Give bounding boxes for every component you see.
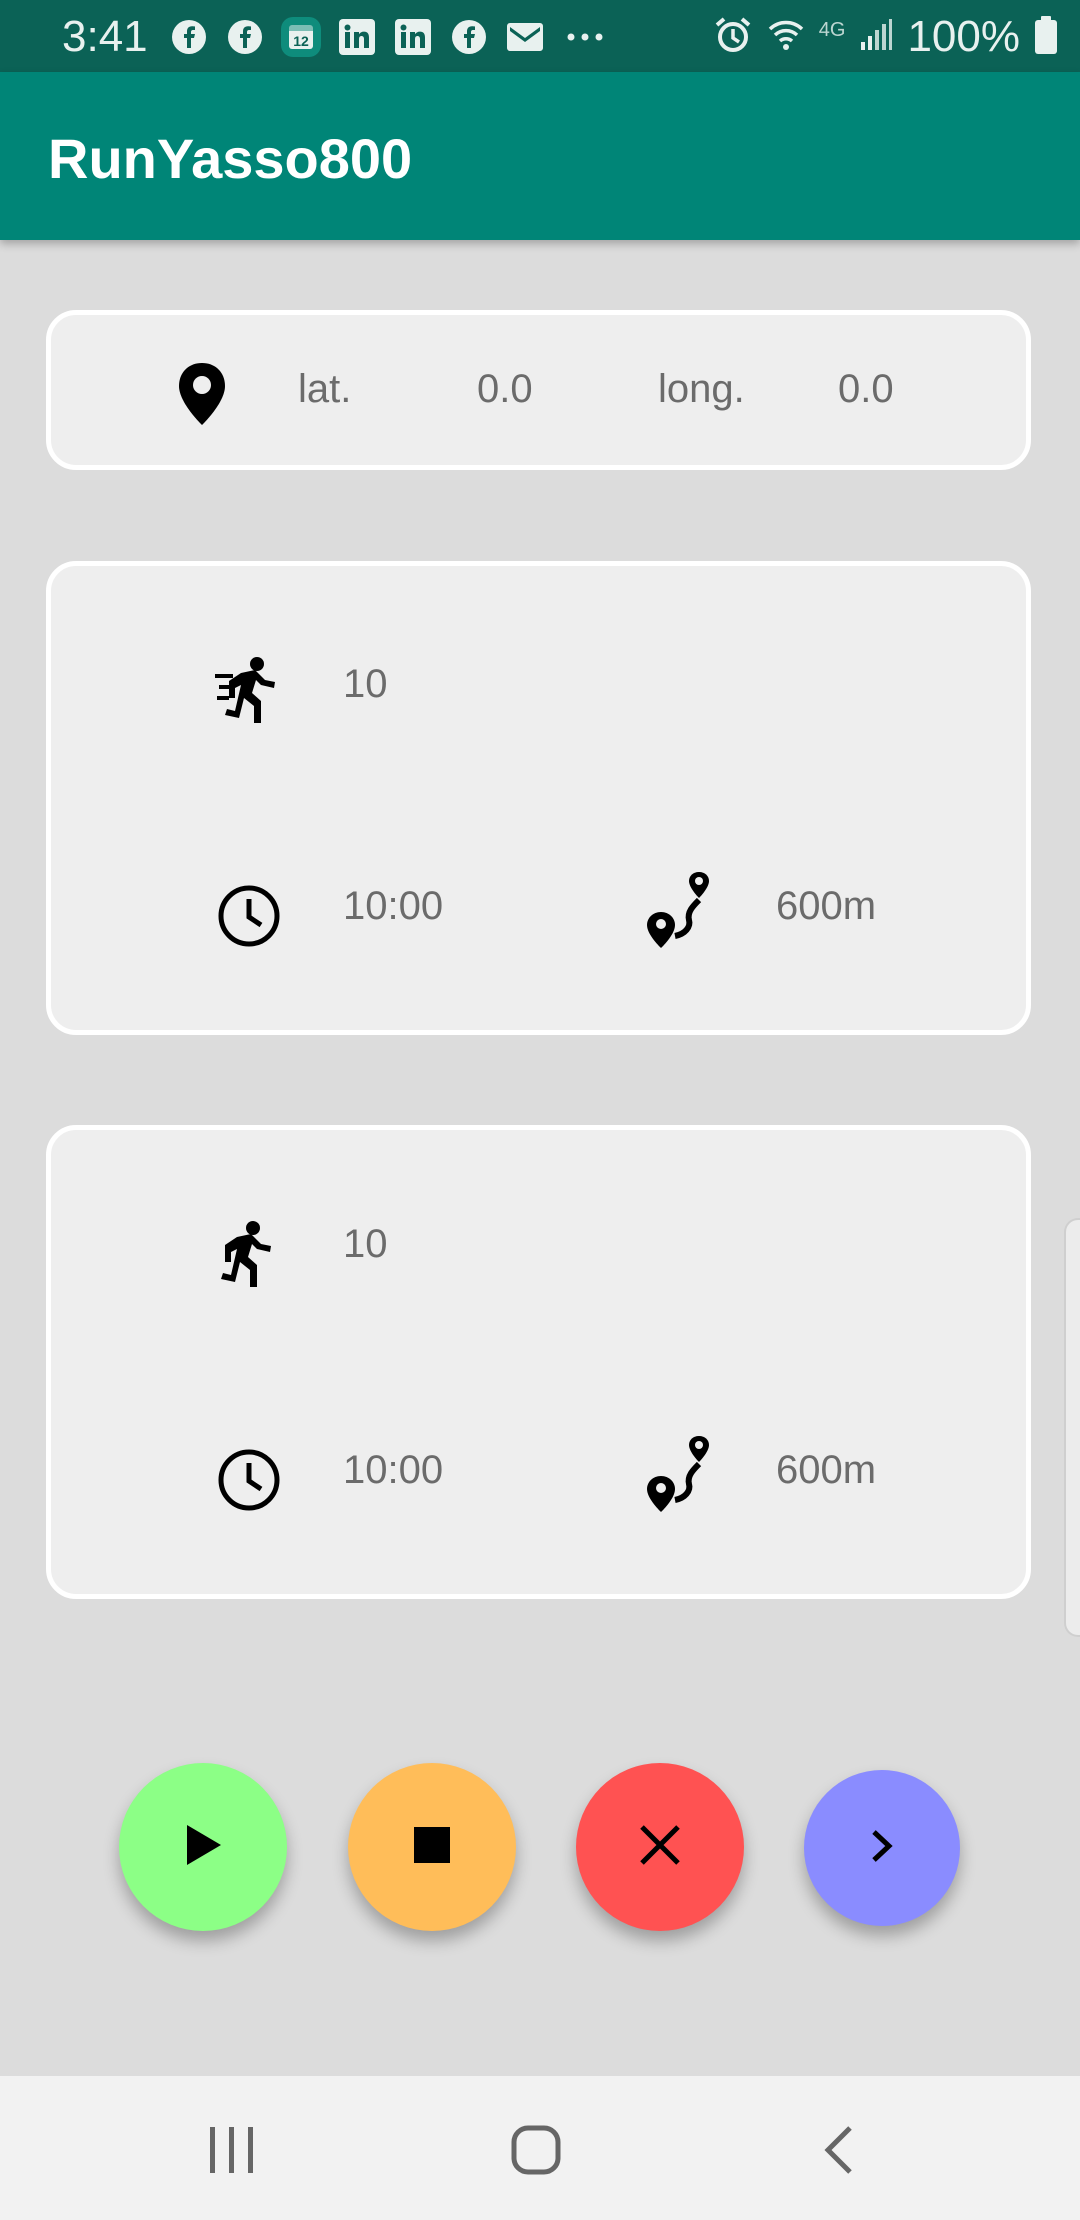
next-button[interactable]: [804, 1770, 960, 1926]
lat-value: 0.0: [477, 367, 533, 411]
clock-icon: [217, 1448, 281, 1517]
interval-card-run[interactable]: 10 10:00 600m: [46, 1125, 1031, 1599]
interval-time: 10:00: [343, 884, 444, 928]
play-icon: [183, 1823, 223, 1872]
home-icon[interactable]: [506, 2120, 566, 2180]
interval-card-fast[interactable]: 10 10:00 600m: [46, 561, 1031, 1035]
svg-text:12: 12: [293, 33, 309, 49]
signal-icon: [859, 18, 893, 57]
route-distance-icon: [647, 872, 711, 953]
battery-percent: 100%: [907, 12, 1020, 61]
location-card: lat. 0.0 long. 0.0: [46, 310, 1031, 470]
navigation-bar: [0, 2076, 1080, 2220]
linkedin-icon: [392, 16, 434, 58]
facebook-icon: [168, 16, 210, 58]
location-pin-icon: [177, 363, 227, 430]
alarm-icon: [713, 15, 753, 60]
status-right: 4G 100%: [713, 12, 1058, 62]
run-icon: [221, 1220, 275, 1293]
facebook-icon: [224, 16, 266, 58]
route-distance-icon: [647, 1436, 711, 1517]
recent-apps-icon[interactable]: [202, 2120, 262, 2180]
more-icon: [560, 16, 610, 58]
facebook-icon: [448, 16, 490, 58]
run-fast-icon: [215, 656, 281, 731]
long-label: long.: [658, 367, 745, 411]
interval-count: 10: [343, 662, 388, 706]
chevron-right-icon: [869, 1828, 895, 1869]
interval-time: 10:00: [343, 1448, 444, 1492]
play-button[interactable]: [119, 1763, 287, 1931]
status-time: 3:41: [62, 12, 148, 61]
clock-icon: [217, 884, 281, 953]
app-bar: RunYasso800: [0, 72, 1080, 240]
battery-icon: [1034, 15, 1058, 60]
interval-distance: 600m: [776, 1448, 877, 1492]
stop-button[interactable]: [348, 1763, 516, 1931]
status-bar: 3:41 12 4G 100%: [0, 0, 1080, 72]
gmail-icon: [504, 16, 546, 58]
close-icon: [638, 1823, 682, 1872]
linkedin-icon: [336, 16, 378, 58]
wifi-icon: [767, 16, 805, 59]
calendar-icon: 12: [280, 16, 322, 58]
interval-distance: 600m: [776, 884, 877, 928]
lat-label: lat.: [298, 367, 352, 411]
network-badge: 4G: [818, 18, 846, 41]
side-panel-handle[interactable]: [1064, 1218, 1080, 1637]
interval-count: 10: [343, 1222, 388, 1266]
app-title: RunYasso800: [48, 127, 413, 190]
back-icon[interactable]: [808, 2120, 868, 2180]
stop-icon: [413, 1826, 451, 1869]
long-value: 0.0: [838, 367, 894, 411]
notification-icons: 12: [168, 16, 610, 58]
cancel-button[interactable]: [576, 1763, 744, 1931]
